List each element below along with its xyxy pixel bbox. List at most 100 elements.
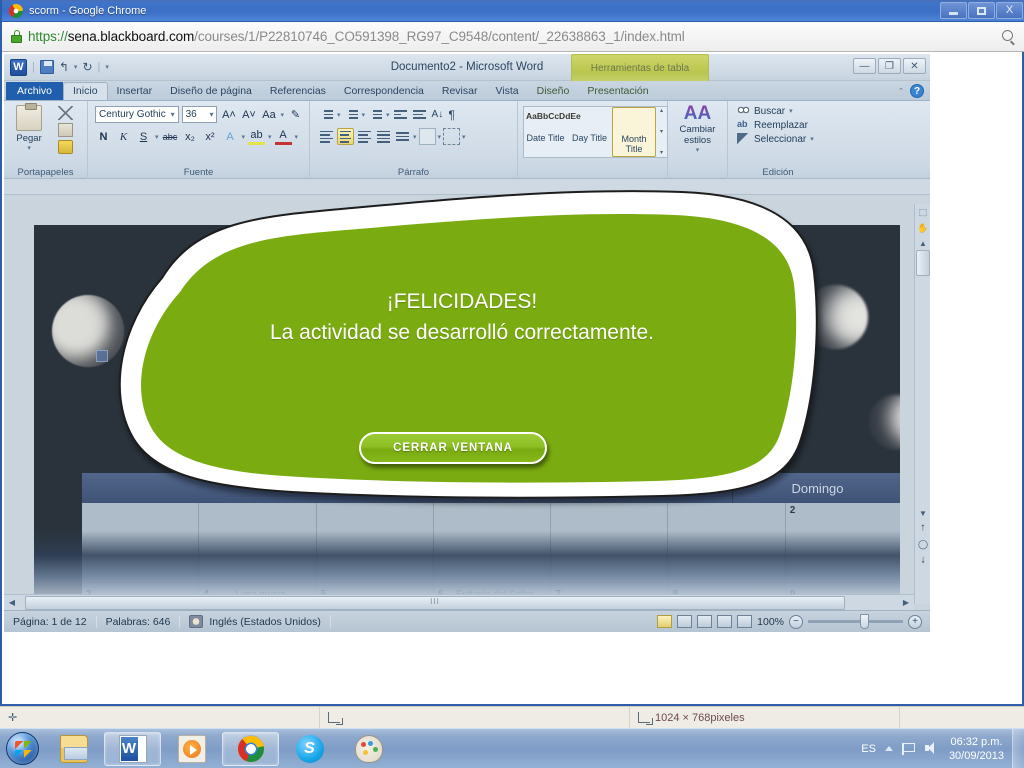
outline-view-button[interactable] bbox=[717, 615, 733, 628]
text-effects-icon[interactable]: A bbox=[222, 128, 239, 145]
shrink-font-button[interactable]: A˅ bbox=[240, 106, 257, 123]
word-close-button[interactable]: ✕ bbox=[903, 58, 926, 74]
customize-qat-icon[interactable]: ▾ bbox=[105, 63, 109, 71]
save-icon[interactable] bbox=[39, 60, 54, 74]
vertical-scrollbar[interactable]: ⬚ ✋ ▲ ▼ ⭡ ◯ ⭣ bbox=[914, 204, 930, 604]
calendar-cell[interactable] bbox=[82, 503, 200, 583]
justify-button[interactable] bbox=[375, 128, 392, 145]
volume-icon[interactable] bbox=[924, 742, 940, 755]
calendar-cell[interactable] bbox=[551, 503, 669, 583]
copy-icon[interactable] bbox=[58, 123, 74, 137]
cut-icon[interactable] bbox=[58, 106, 74, 120]
zoom-slider-thumb[interactable] bbox=[860, 614, 869, 629]
bold-button[interactable]: N bbox=[95, 128, 112, 145]
taskbar-media-player[interactable] bbox=[163, 732, 220, 766]
hscroll-track[interactable] bbox=[20, 595, 898, 610]
tab-correspondencia[interactable]: Correspondencia bbox=[335, 83, 433, 100]
word-restore-button[interactable]: ❐ bbox=[878, 58, 901, 74]
gallery-down-icon[interactable]: ▾ bbox=[657, 129, 666, 135]
decrease-indent-icon[interactable] bbox=[392, 106, 409, 123]
font-color-icon[interactable]: A bbox=[274, 128, 292, 145]
calendar-cell[interactable] bbox=[316, 503, 434, 583]
status-page[interactable]: Página: 1 de 12 bbox=[4, 615, 97, 628]
change-case-button[interactable]: Aa bbox=[260, 106, 277, 123]
tab-presentacion[interactable]: Presentación bbox=[578, 83, 657, 100]
tab-vista[interactable]: Vista bbox=[486, 83, 527, 100]
font-name-combo[interactable]: Century Gothic ▾ bbox=[95, 106, 179, 123]
font-size-combo[interactable]: 36 ▾ bbox=[181, 106, 218, 123]
calendar-cell[interactable] bbox=[433, 503, 552, 583]
find-button[interactable]: Buscar ▾ bbox=[733, 104, 823, 118]
align-left-button[interactable] bbox=[318, 128, 335, 145]
line-spacing-icon[interactable] bbox=[394, 128, 411, 145]
taskbar-microsoft-word[interactable] bbox=[104, 731, 161, 766]
draft-view-button[interactable] bbox=[737, 615, 753, 628]
word-minimize-button[interactable]: — bbox=[853, 58, 876, 74]
sort-icon[interactable]: A↓ bbox=[430, 106, 447, 123]
pan-hand-icon[interactable]: ✋ bbox=[915, 220, 930, 236]
quick-access-toolbar[interactable]: W | ↰ ▾ ↻ | ▾ bbox=[4, 58, 109, 76]
taskbar-paint[interactable] bbox=[340, 732, 397, 766]
replace-button[interactable]: ab Reemplazar bbox=[733, 118, 823, 132]
show-desktop-button[interactable] bbox=[1012, 728, 1024, 768]
chrome-title-bar[interactable]: scorm - Google Chrome X bbox=[2, 0, 1024, 22]
style-month-title[interactable]: Month Title bbox=[612, 107, 656, 157]
borders-icon[interactable] bbox=[443, 128, 461, 145]
close-window-button[interactable]: CERRAR VENTANA bbox=[359, 432, 547, 464]
clear-formatting-icon[interactable]: ✎ bbox=[287, 106, 304, 123]
hscroll-thumb[interactable] bbox=[25, 595, 845, 610]
tab-inicio[interactable]: Inicio bbox=[63, 82, 108, 100]
print-layout-view-button[interactable] bbox=[657, 615, 673, 628]
ribbon-group-change-styles[interactable]: AA Cambiar estilos ▾ bbox=[668, 101, 728, 179]
close-button[interactable]: X bbox=[996, 2, 1023, 19]
show-hidden-icons-caret-icon[interactable] bbox=[884, 746, 893, 751]
minimize-button[interactable] bbox=[940, 2, 967, 19]
start-button[interactable] bbox=[0, 730, 44, 768]
address-bar[interactable]: https://sena.blackboard.com/courses/1/P2… bbox=[2, 22, 1024, 52]
numbering-icon[interactable] bbox=[343, 106, 360, 123]
align-center-button[interactable] bbox=[337, 128, 354, 145]
zoom-out-button[interactable]: − bbox=[789, 614, 803, 629]
tab-insertar[interactable]: Insertar bbox=[108, 83, 162, 100]
help-icon[interactable]: ? bbox=[910, 84, 924, 98]
status-words[interactable]: Palabras: 646 bbox=[97, 615, 181, 628]
align-right-button[interactable] bbox=[356, 128, 373, 145]
italic-button[interactable]: K bbox=[115, 128, 132, 145]
tab-archivo[interactable]: Archivo bbox=[6, 82, 64, 100]
status-language[interactable]: Inglés (Estados Unidos) bbox=[180, 615, 331, 628]
zoom-in-button[interactable]: + bbox=[908, 614, 922, 629]
tab-revisar[interactable]: Revisar bbox=[433, 83, 487, 100]
taskbar-windows-explorer[interactable] bbox=[45, 732, 102, 766]
horizontal-scrollbar[interactable]: ◀ ▶ bbox=[4, 594, 914, 610]
taskbar-skype[interactable]: S bbox=[281, 732, 338, 766]
calendar-cell[interactable] bbox=[199, 503, 317, 583]
calendar-cell-day-2[interactable]: 2 bbox=[785, 503, 900, 583]
clock[interactable]: 06:32 p.m. 30/09/2013 bbox=[949, 735, 1006, 763]
scroll-down-icon[interactable]: ▼ bbox=[915, 506, 930, 520]
calendar-cell[interactable] bbox=[668, 503, 786, 583]
web-layout-view-button[interactable] bbox=[697, 615, 713, 628]
style-day-title[interactable]: Day Title bbox=[568, 107, 612, 157]
collapse-ribbon-icon[interactable]: ⌃ bbox=[898, 87, 904, 95]
subscript-button[interactable]: x₂ bbox=[182, 128, 199, 145]
increase-indent-icon[interactable] bbox=[411, 106, 428, 123]
taskbar-google-chrome[interactable] bbox=[222, 731, 279, 766]
zoom-level[interactable]: 100% bbox=[757, 616, 784, 628]
action-center-flag-icon[interactable] bbox=[901, 742, 916, 755]
style-date-title[interactable]: AaBbCcDdEe Date Title bbox=[524, 107, 581, 157]
browse-object-icon[interactable]: ◯ bbox=[915, 536, 930, 552]
tab-diseno-de-pagina[interactable]: Diseño de página bbox=[161, 83, 261, 100]
grow-font-button[interactable]: A˄ bbox=[220, 106, 237, 123]
format-painter-icon[interactable] bbox=[58, 140, 74, 154]
multilevel-list-icon[interactable] bbox=[367, 106, 384, 123]
maximize-button[interactable] bbox=[968, 2, 995, 19]
zoom-slider[interactable] bbox=[808, 614, 903, 629]
select-button[interactable]: Seleccionar ▾ bbox=[733, 132, 823, 146]
scroll-left-icon[interactable]: ◀ bbox=[4, 598, 20, 607]
vscroll-thumb[interactable] bbox=[916, 250, 930, 276]
language-indicator[interactable]: ES bbox=[861, 743, 876, 755]
full-screen-reading-view-button[interactable] bbox=[677, 615, 693, 628]
gallery-more-icon[interactable]: ▾ bbox=[657, 150, 666, 156]
underline-button[interactable]: S bbox=[135, 128, 152, 145]
select-browse-object-icon[interactable]: ⬚ bbox=[915, 204, 930, 220]
